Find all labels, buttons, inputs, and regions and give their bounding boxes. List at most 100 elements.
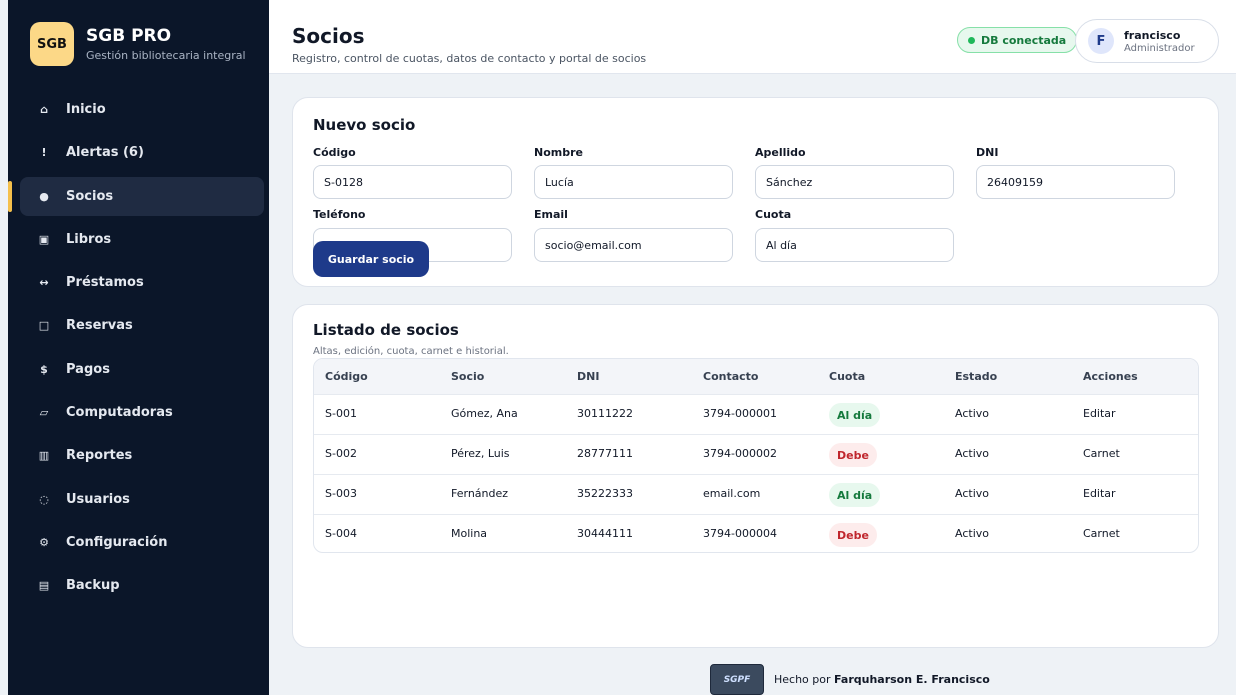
estado-cell: Activo (955, 447, 989, 460)
user-role: Administrador (1124, 42, 1195, 54)
members-list-card: Listado de socios Altas, edición, cuota,… (292, 304, 1219, 648)
sidebar-item-préstamos[interactable]: ↔ Préstamos (20, 263, 264, 302)
db-status-badge: DB conectada (957, 27, 1078, 53)
member-icon: ● (39, 189, 49, 203)
codigo-cell: S-002 (325, 447, 357, 460)
status-dot-icon (968, 36, 975, 44)
save-member-button[interactable]: Guardar socio (313, 241, 429, 277)
backup-icon: ▤ (38, 579, 50, 593)
sidebar-item-label: Reservas (66, 318, 133, 334)
sidebar-item-label: Préstamos (66, 275, 144, 291)
dni-cell: 35222333 (577, 487, 633, 500)
sidebar-item-pagos[interactable]: $ Pagos (20, 350, 264, 389)
contacto-cell: 3794-000001 (703, 407, 777, 420)
cuota-badge: Debe (829, 443, 877, 467)
sidebar-item-label: Libros (66, 231, 112, 247)
sidebar-item-socios[interactable]: ● Socios (8, 176, 264, 216)
db-status-label: DB conectada (981, 33, 1067, 47)
sidebar-item-reportes[interactable]: ▥ Reportes (20, 436, 264, 475)
brand-logo: SGB (30, 22, 74, 66)
email-label: Email (534, 208, 568, 221)
cuota-label: Cuota (755, 208, 792, 221)
contacto-cell: 3794-000004 (703, 527, 777, 540)
column-header: Cuota (829, 370, 866, 383)
sidebar-nav: ⌂ Inicio! Alertas (6) ● Socios ▣ Libros ↔ Présta… (8, 90, 264, 610)
footer-prefix: Hecho por (774, 673, 831, 686)
sidebar-item-label: Socios (66, 188, 114, 204)
user-menu[interactable]: F francisco Administrador (1075, 19, 1219, 63)
codigo-cell: S-003 (325, 487, 357, 500)
avatar: F (1088, 28, 1114, 54)
socio-cell: Molina (451, 527, 488, 540)
table-row: S-001 Gómez, Ana 30111222 3794-000001 Al día… (314, 394, 1198, 434)
members-list-subtitle: Altas, edición, cuota, carnet e historia… (313, 346, 509, 357)
book-icon: ▣ (38, 232, 50, 246)
nombre-field[interactable] (534, 165, 733, 199)
sidebar-item-libros[interactable]: ▣ Libros (20, 220, 264, 259)
apellido-label: Apellido (755, 146, 806, 159)
brand: SGB SGB PRO Gestión bibliotecaria integr… (30, 22, 246, 66)
telefono-label: Teléfono (313, 208, 366, 221)
column-header: DNI (577, 370, 600, 383)
page-title: Socios (292, 24, 365, 48)
dni-cell: 30444111 (577, 527, 633, 540)
alert-icon: ! (41, 146, 47, 160)
nombre-label: Nombre (534, 146, 583, 159)
computer-icon: ▱ (39, 406, 49, 420)
footer-logo: SGPF (710, 664, 764, 695)
sidebar-item-usuarios[interactable]: ◌ Usuarios (20, 480, 264, 519)
socio-cell: Pérez, Luis (451, 447, 510, 460)
sidebar-item-backup[interactable]: ▤ Backup (20, 566, 264, 605)
editar-action-link[interactable]: Editar (1083, 487, 1116, 500)
footer-credit: Hecho por Farquharson E. Francisco (774, 673, 990, 686)
column-header: Acciones (1083, 370, 1138, 383)
brand-text: SGB PRO Gestión bibliotecaria integral (86, 26, 246, 62)
sidebar-item-label: Computadoras (66, 405, 173, 421)
user-name: francisco (1124, 28, 1181, 42)
sidebar-item-label: Reportes (66, 448, 133, 464)
cuota-badge: Al día (829, 403, 881, 427)
estado-cell: Activo (955, 527, 989, 540)
column-header: Estado (955, 370, 998, 383)
codigo-label: Código (313, 146, 356, 159)
cuota-field[interactable] (755, 228, 954, 262)
contacto-cell: 3794-000002 (703, 447, 777, 460)
sidebar: SGB SGB PRO Gestión bibliotecaria integr… (8, 0, 269, 695)
contacto-cell: email.com (703, 487, 761, 500)
carnet-action-link[interactable]: Carnet (1083, 447, 1120, 460)
email-field[interactable] (534, 228, 733, 262)
sidebar-item-label: Usuarios (66, 491, 130, 507)
sidebar-item-label: Backup (66, 578, 120, 594)
home-icon: ⌂ (40, 103, 48, 116)
column-header: Código (325, 370, 368, 383)
gear-icon: ⚙ (39, 535, 49, 549)
users-icon: ◌ (39, 492, 49, 506)
column-header: Contacto (703, 370, 759, 383)
payment-icon: $ (40, 362, 48, 376)
codigo-cell: S-001 (325, 407, 357, 420)
cuota-badge: Debe (829, 523, 877, 547)
sidebar-item-computadoras[interactable]: ▱ Computadoras (20, 393, 264, 432)
editar-action-link[interactable]: Editar (1083, 407, 1116, 420)
sidebar-item-configuración[interactable]: ⚙ Configuración (20, 523, 264, 562)
sidebar-item-reservas[interactable]: □ Reservas (20, 306, 264, 345)
new-member-card: Nuevo socio Código Nombre Apellido DNI T… (292, 97, 1219, 287)
table-header: Código Socio DNI Contacto Cuota Estado Accione… (314, 359, 1198, 394)
estado-cell: Activo (955, 407, 989, 420)
socio-cell: Fernández (451, 487, 509, 500)
carnet-action-link[interactable]: Carnet (1083, 527, 1120, 540)
footer-author: Farquharson E. Francisco (834, 673, 990, 686)
brand-subtitle: Gestión bibliotecaria integral (86, 49, 246, 62)
sidebar-item-inicio[interactable]: ⌂ Inicio (20, 90, 264, 129)
sidebar-item-alertas-6[interactable]: ! Alertas (6) (20, 133, 264, 172)
sidebar-item-label: Pagos (66, 361, 110, 377)
dni-field[interactable] (976, 165, 1175, 199)
sidebar-item-label: Alertas (6) (66, 145, 144, 161)
codigo-field[interactable] (313, 165, 512, 199)
apellido-field[interactable] (755, 165, 954, 199)
report-icon: ▥ (38, 449, 50, 463)
footer: SGPF Hecho por Farquharson E. Francisco (710, 664, 990, 695)
page-header: Socios Registro, control de cuotas, dato… (269, 0, 1236, 74)
dni-cell: 28777111 (577, 447, 633, 460)
members-list-title: Listado de socios (313, 321, 459, 339)
